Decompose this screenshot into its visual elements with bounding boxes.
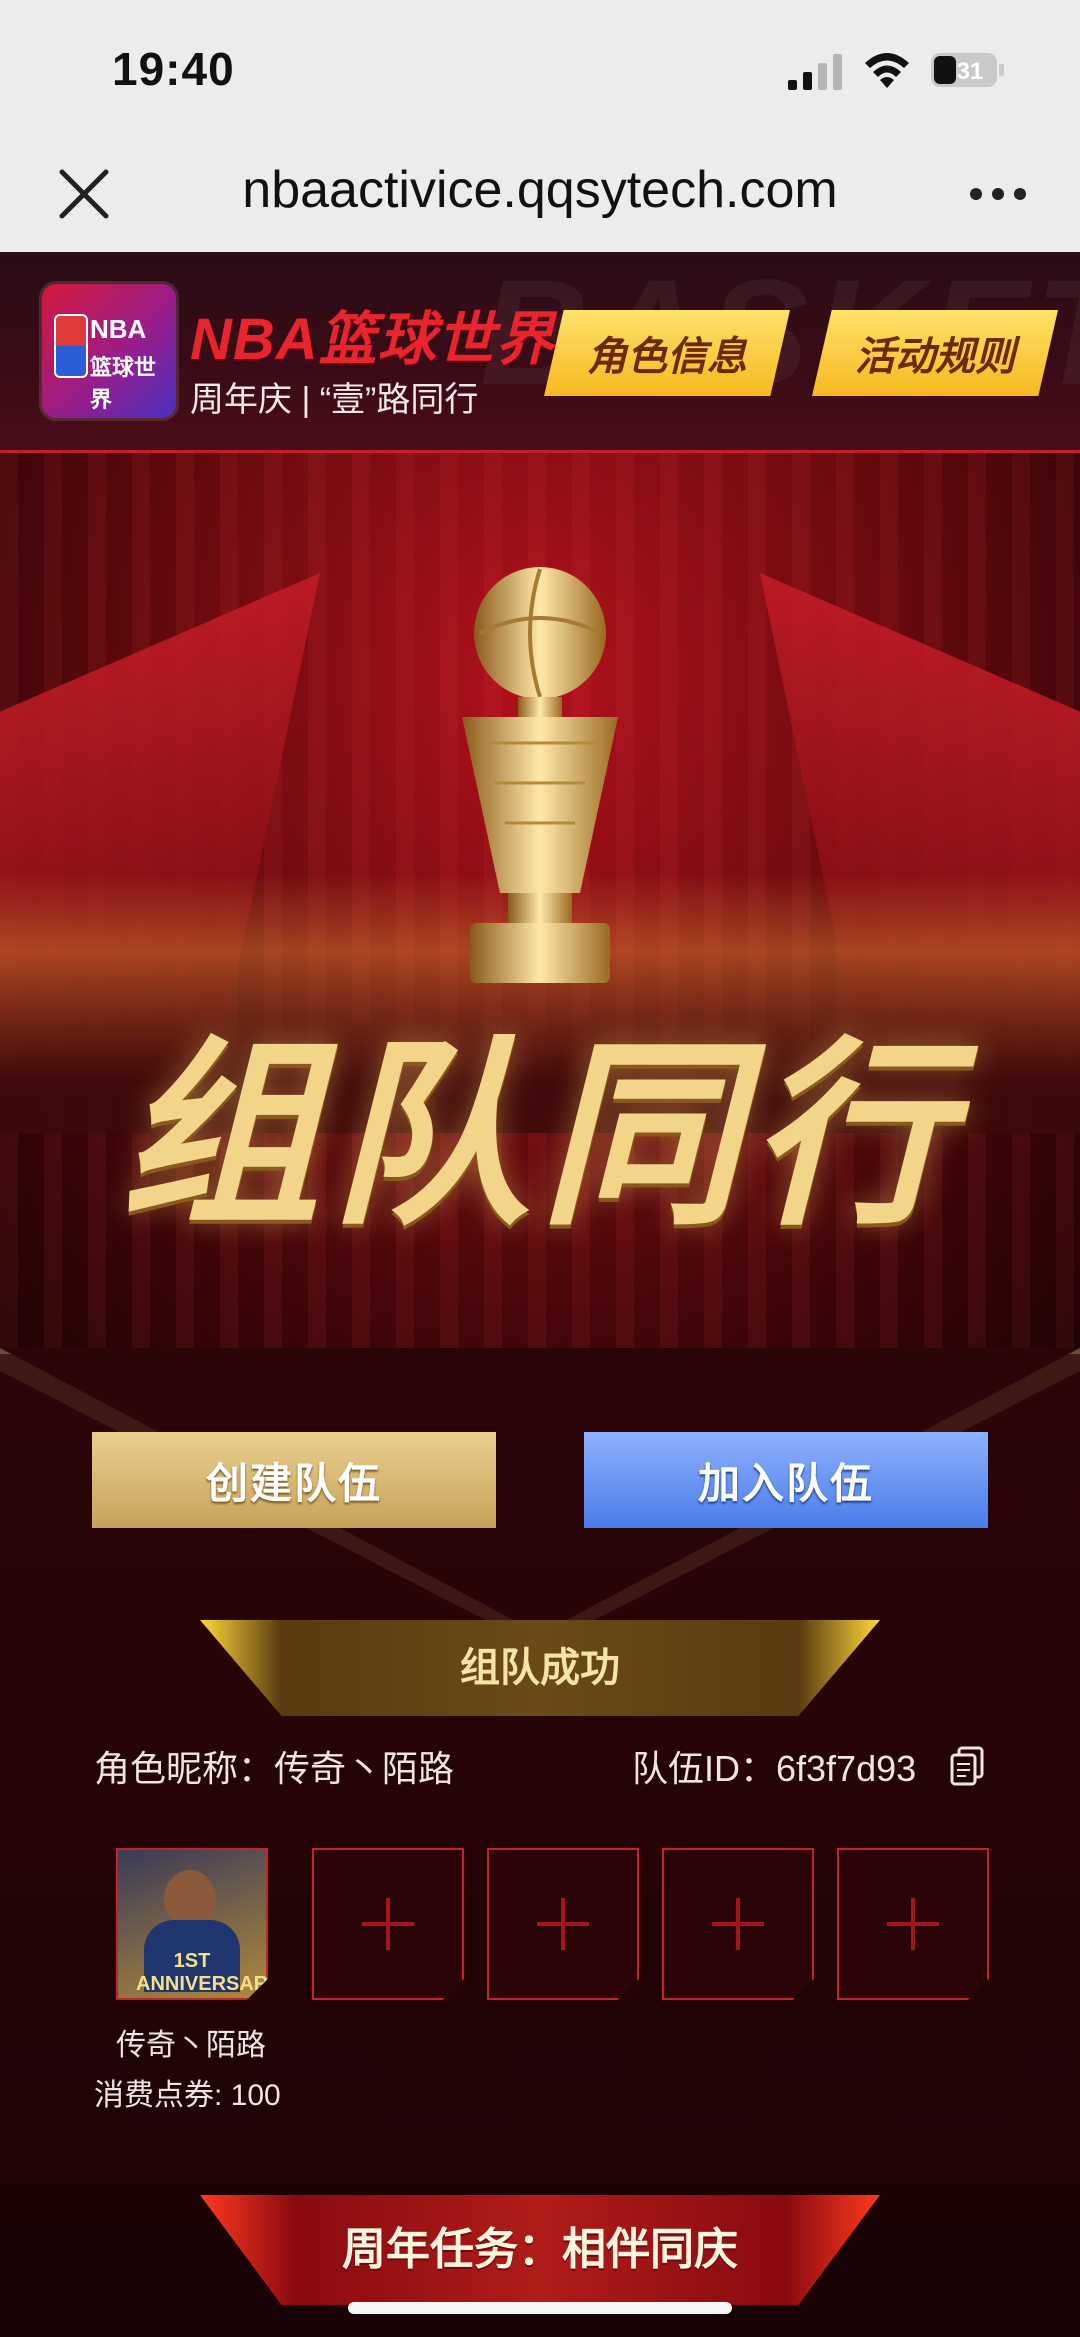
logo-sub-text: 篮球世界 xyxy=(90,355,157,412)
brand-title: NBA篮球世界 xyxy=(190,307,555,372)
empty-slot-3[interactable] xyxy=(487,1848,639,2000)
plus-icon xyxy=(362,1898,414,1950)
brand-subtitle: 周年庆 | “壹”路同行 xyxy=(190,381,479,419)
team-success-label: 组队成功 xyxy=(460,1646,620,1690)
empty-slot-2[interactable] xyxy=(312,1848,464,2000)
nba-shield-icon xyxy=(54,314,88,378)
create-team-button[interactable]: 创建队伍 xyxy=(92,1432,496,1528)
battery-icon: 31 xyxy=(931,53,1004,87)
anniversary-badge: 1ST ANNIVERSARY xyxy=(136,1950,281,1995)
member-slot-1[interactable]: 1ST ANNIVERSARY xyxy=(116,1848,268,2000)
member-name: 传奇丶陌路 xyxy=(116,2029,266,2062)
join-team-button[interactable]: 加入队伍 xyxy=(584,1432,988,1528)
role-nickname: 角色昵称：传奇丶陌路 xyxy=(94,1748,455,1789)
home-indicator[interactable] xyxy=(348,2302,732,2314)
url-text[interactable]: nbaactivice.qqsytech.com xyxy=(170,160,910,220)
plus-icon xyxy=(887,1898,939,1950)
more-icon[interactable] xyxy=(966,176,1030,212)
trophy-icon xyxy=(462,567,618,983)
plus-icon xyxy=(712,1898,764,1950)
role-info-button[interactable]: 角色信息 xyxy=(544,310,790,396)
anniversary-task-title: 周年任务：相伴同庆 xyxy=(342,2225,738,2274)
team-id: 队伍ID：6f3f7d93 xyxy=(632,1748,917,1789)
member-cost: 消费点券: 100 xyxy=(94,2079,281,2112)
battery-level: 31 xyxy=(957,58,984,85)
empty-slot-5[interactable] xyxy=(837,1848,989,2000)
logo-nba-text: NBA xyxy=(90,314,147,344)
hero-banner: 组队同行 xyxy=(0,453,1080,1348)
empty-slot-4[interactable] xyxy=(662,1848,814,2000)
hero-title: 组队同行 xyxy=(119,1018,960,1253)
plus-icon xyxy=(537,1898,589,1950)
activity-rules-button[interactable]: 活动规则 xyxy=(812,310,1058,396)
team-section: 创建队伍 加入队伍 组队成功 角色昵称：传奇丶陌路 队伍ID：6f3f7d93 … xyxy=(0,1348,1080,2218)
copy-icon[interactable] xyxy=(950,1746,984,1786)
game-header: BASKETBA NBA 篮球世界 NBA篮球世界 周年庆 | “壹”路同行 角… xyxy=(0,252,1080,453)
browser-url-bar: nbaactivice.qqsytech.com xyxy=(0,140,1080,253)
wifi-icon xyxy=(865,53,909,88)
clock: 19:40 xyxy=(112,43,235,95)
status-bar: 19:40 31 xyxy=(0,0,1080,140)
game-logo: NBA 篮球世界 xyxy=(42,284,176,418)
close-icon[interactable] xyxy=(56,166,112,222)
cellular-signal-icon xyxy=(788,54,842,90)
